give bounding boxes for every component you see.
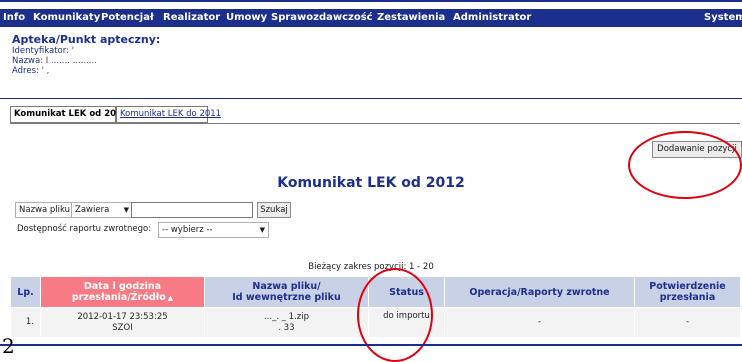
name-value: I ....... ......... [45, 56, 97, 66]
range-indicator: Bieżący zakres pozycji: 1 - 20 [308, 262, 434, 272]
corner-digit: 2 [2, 334, 15, 358]
menu-zestawienia[interactable]: Zestawienia [377, 12, 445, 23]
cell-file: ..._. _ 1.zip . 33 [204, 307, 369, 338]
cell-confirmation: - [634, 307, 741, 338]
report-label: Dostępność raportu zwrotnego: [17, 224, 152, 234]
identifier-value: ' [71, 46, 75, 56]
cell-file-name[interactable]: ..._. _ 1.zip [264, 312, 309, 322]
col-date[interactable]: Data i godzina przesłania/Źródło ▲ [40, 276, 205, 308]
main-menu: Info Komunikaty Potencjał Realizator Umo… [0, 9, 742, 27]
col-confirmation-line1: Potwierdzenie [649, 281, 726, 292]
filter-operator-select[interactable]: Zawiera ▼ [71, 202, 133, 218]
search-button[interactable]: Szukaj [257, 202, 291, 218]
name-row: Nazwa: I ....... ......... [12, 56, 160, 66]
top-border [0, 0, 742, 2]
cell-lp: 1. [10, 307, 41, 338]
cell-operation: - [444, 307, 635, 338]
col-lp[interactable]: Lp. [10, 276, 41, 308]
chevron-down-icon: ▼ [259, 226, 265, 234]
tab-lek-do-2011[interactable]: Komunikat LEK do 2011 [116, 106, 221, 123]
menu-komunikaty[interactable]: Komunikaty [33, 12, 100, 23]
chevron-down-icon: ▼ [123, 206, 129, 214]
col-operation[interactable]: Operacja/Raporty zwrotne [444, 276, 635, 308]
tab-lek-od-2012[interactable]: Komunikat LEK od 2012 [10, 106, 128, 123]
address-value: ' , [41, 66, 50, 76]
cell-file-id: . 33 [278, 322, 295, 333]
col-filename-line2: Id wewnętrzne pliku [232, 292, 341, 303]
col-date-line1: Data i godzina [83, 280, 162, 292]
annotation-circle-status [357, 268, 433, 362]
menu-administrator[interactable]: Administrator [453, 12, 531, 23]
col-filename-line1: Nazwa pliku/ [252, 281, 321, 292]
cell-date: 2012-01-17 23:53:25 SZOI [40, 307, 205, 338]
cell-source-value: SZOI [112, 322, 133, 333]
identifier-row: Identyfikator: ' [12, 46, 160, 56]
filter-operator-value: Zawiera [75, 205, 110, 215]
menu-info[interactable]: Info [3, 12, 25, 23]
sort-up-icon: ▲ [167, 293, 174, 302]
col-confirmation-line2: przesłania [659, 292, 716, 303]
menu-potencjal[interactable]: Potencjał [101, 12, 154, 23]
page-title: Komunikat LEK od 2012 [277, 175, 465, 191]
col-date-line2: przesłania/Źródło [71, 291, 166, 303]
report-select[interactable]: -- wybierz -- ▼ [158, 222, 269, 238]
menu-umowy[interactable]: Umowy [226, 12, 267, 23]
bottom-border [0, 344, 742, 346]
pharmacy-info: Apteka/Punkt apteczny: Identyfikator: ' … [12, 33, 160, 76]
filter-field-value: Nazwa pliku [19, 205, 71, 215]
report-select-value: -- wybierz -- [162, 225, 213, 235]
search-input[interactable] [131, 202, 253, 218]
col-filename[interactable]: Nazwa pliku/ Id wewnętrzne pliku [204, 276, 369, 308]
menu-system[interactable]: System [704, 12, 742, 23]
menu-realizator[interactable]: Realizator [163, 12, 220, 23]
name-label: Nazwa: [12, 56, 44, 66]
cell-date-value: 2012-01-17 23:53:25 [77, 311, 168, 322]
address-row: Adres: ' , [12, 66, 160, 76]
menu-sprawozdawczosc[interactable]: Sprawozdawczość [271, 12, 373, 23]
col-confirmation[interactable]: Potwierdzenie przesłania [634, 276, 741, 308]
info-separator [0, 98, 742, 99]
tab-underline [10, 123, 740, 124]
address-label: Adres: [12, 66, 39, 76]
identifier-label: Identyfikator: [12, 46, 69, 56]
pharmacy-title: Apteka/Punkt apteczny: [12, 33, 161, 46]
